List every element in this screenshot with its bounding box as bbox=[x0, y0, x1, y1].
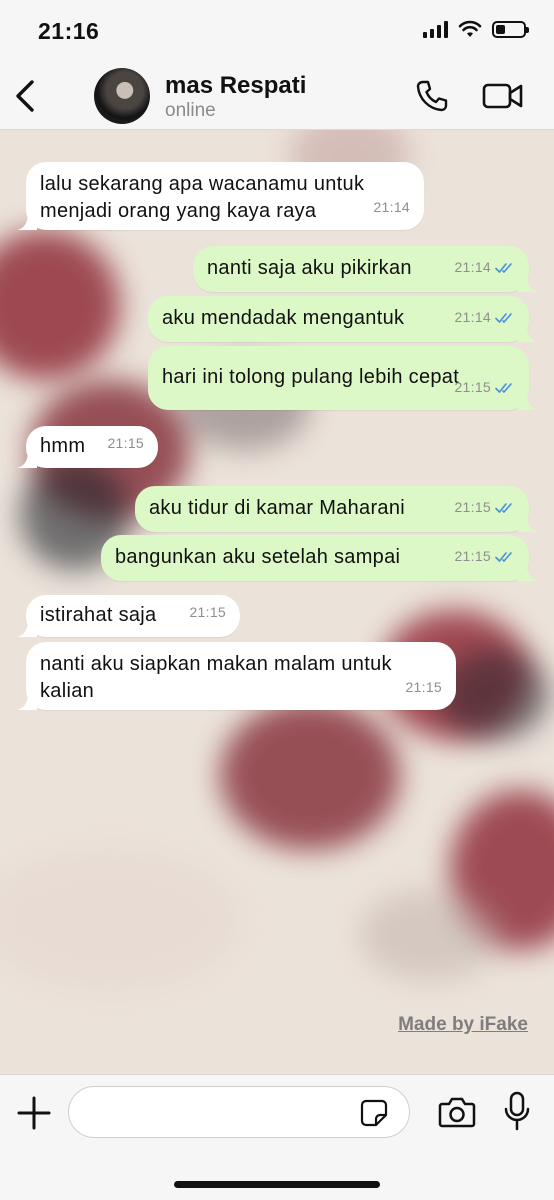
message-text: aku tidur di kamar Maharani bbox=[149, 496, 405, 519]
chevron-left-icon bbox=[16, 80, 34, 112]
contact-status: online bbox=[165, 100, 216, 121]
message-meta: 21:14 bbox=[454, 254, 515, 281]
plus-icon bbox=[17, 1096, 51, 1130]
chat-header: 21:16 mas Respati online bbox=[0, 0, 554, 130]
message-text: hmm bbox=[40, 434, 86, 457]
battery-icon bbox=[492, 20, 529, 38]
incoming-message-bubble[interactable]: istirahat saja 21:15 bbox=[17, 595, 240, 637]
message-time: 21:15 bbox=[454, 499, 491, 515]
contact-avatar[interactable] bbox=[94, 68, 150, 124]
message-text: kalian bbox=[40, 680, 95, 702]
message-time: 21:15 bbox=[454, 548, 491, 564]
camera-icon bbox=[438, 1097, 476, 1128]
outgoing-message-bubble[interactable]: bangunkan aku setelah sampai 21:15 bbox=[101, 535, 538, 581]
message-meta: 21:15 bbox=[454, 494, 515, 521]
message-text: lalu sekarang apa wacanamu untuk bbox=[40, 173, 365, 195]
bubble-tail bbox=[17, 692, 37, 710]
message-time: 21:15 bbox=[107, 435, 144, 451]
message-time: 21:15 bbox=[189, 604, 226, 620]
video-call-button[interactable] bbox=[482, 80, 524, 112]
message-time: 21:15 bbox=[454, 379, 491, 395]
voice-note-button[interactable] bbox=[504, 1091, 530, 1133]
bubble-tail bbox=[17, 619, 37, 637]
sticker-icon bbox=[360, 1099, 388, 1127]
read-receipt-icon bbox=[495, 382, 512, 393]
message-meta: 21:15 bbox=[107, 430, 144, 457]
wifi-icon bbox=[458, 20, 482, 37]
camera-button[interactable] bbox=[438, 1095, 476, 1129]
message-text: nanti aku siapkan makan malam untuk bbox=[40, 653, 392, 675]
message-text: bangunkan aku setelah sampai bbox=[115, 545, 401, 568]
incoming-message-bubble[interactable]: lalu sekarang apa wacanamu untuk menjadi … bbox=[17, 162, 424, 230]
message-meta: 21:15 bbox=[405, 674, 442, 701]
bubble-tail bbox=[518, 514, 538, 532]
back-button[interactable] bbox=[12, 76, 42, 116]
bubble-tail bbox=[17, 212, 37, 230]
message-time: 21:15 bbox=[405, 679, 442, 695]
read-receipt-icon bbox=[495, 312, 512, 323]
cellular-signal-icon bbox=[423, 20, 448, 38]
incoming-message-bubble[interactable]: nanti aku siapkan makan malam untuk kalia… bbox=[17, 642, 456, 710]
attach-button[interactable] bbox=[16, 1095, 52, 1131]
message-meta: 21:14 bbox=[373, 194, 410, 221]
message-meta: 21:14 bbox=[454, 304, 515, 331]
read-receipt-icon bbox=[495, 551, 512, 562]
battery-level bbox=[496, 24, 506, 34]
message-text: menjadi orang yang kaya raya bbox=[40, 200, 317, 222]
bubble-tail bbox=[518, 392, 538, 410]
read-receipt-icon bbox=[495, 262, 512, 273]
message-text: nanti saja aku pikirkan bbox=[207, 256, 412, 279]
message-meta: 21:15 bbox=[454, 543, 515, 570]
status-time: 21:16 bbox=[38, 18, 100, 44]
bubble-tail bbox=[518, 563, 538, 581]
outgoing-message-bubble[interactable]: hari ini tolong pulang lebih cepat 21:15 bbox=[148, 346, 538, 410]
outgoing-message-bubble[interactable]: aku tidur di kamar Maharani 21:15 bbox=[135, 486, 538, 532]
contact-name[interactable]: mas Respati bbox=[165, 72, 306, 100]
read-receipt-icon bbox=[495, 502, 512, 513]
bubble-tail bbox=[518, 274, 538, 292]
incoming-message-bubble[interactable]: hmm 21:15 bbox=[17, 426, 158, 468]
input-bar bbox=[0, 1074, 554, 1200]
message-text: hari ini tolong pulang lebih cepat bbox=[162, 365, 460, 388]
outgoing-message-bubble[interactable]: aku mendadak mengantuk 21:14 bbox=[148, 296, 538, 342]
video-camera-icon bbox=[482, 83, 523, 109]
voice-call-button[interactable] bbox=[414, 78, 450, 114]
message-text: aku mendadak mengantuk bbox=[162, 306, 405, 329]
message-time: 21:14 bbox=[454, 309, 491, 325]
bubble-tail bbox=[17, 450, 37, 468]
message-time: 21:14 bbox=[454, 259, 491, 275]
microphone-icon bbox=[504, 1091, 530, 1131]
message-input[interactable] bbox=[68, 1086, 410, 1138]
message-meta: 21:15 bbox=[189, 599, 226, 626]
status-icons bbox=[423, 20, 529, 38]
home-indicator bbox=[174, 1181, 380, 1188]
message-text: istirahat saja bbox=[40, 603, 157, 626]
message-meta: 21:15 bbox=[454, 374, 515, 401]
bubble-tail bbox=[518, 324, 538, 342]
watermark: Made by iFake bbox=[398, 1014, 528, 1035]
outgoing-message-bubble[interactable]: nanti saja aku pikirkan 21:14 bbox=[193, 246, 538, 292]
sticker-button[interactable] bbox=[360, 1099, 388, 1127]
phone-icon bbox=[416, 80, 448, 112]
message-time: 21:14 bbox=[373, 199, 410, 215]
